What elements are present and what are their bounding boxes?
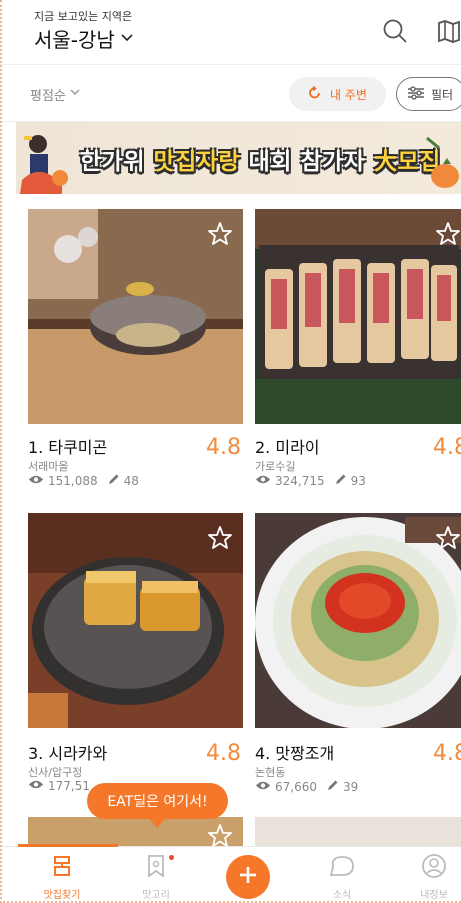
region-name: 서울-강남 [34,28,115,52]
eye-icon [28,779,44,793]
view-count: 177,51 [48,779,90,793]
refresh-icon [308,85,322,103]
nav-label: 내정보 [420,890,448,901]
rating-score: 4.8 [433,435,461,460]
restaurant-title: 3. 시라카와 [28,744,108,763]
sliders-icon [407,85,425,103]
sort-dropdown[interactable]: 평점순 [30,85,80,104]
banner-text: 한가위 맛집자랑 대회 참가자 大모집 [80,142,441,176]
user-icon [421,853,447,882]
chevron-down-icon [121,31,133,46]
sort-label: 평점순 [30,89,66,104]
restaurant-stats: 67,660 39 [255,779,358,794]
view-count: 324,715 [275,473,325,488]
restaurant-area: 논현동 [255,766,286,779]
banner-illustration [20,135,68,194]
eat-deal-tooltip[interactable]: EAT딜은 여기서! [87,783,228,828]
restaurant-stats: 151,088 48 [28,473,139,488]
filter-bar: 평점순 내 주변 필터 [0,64,461,122]
nav-tab-news[interactable]: 소식 [302,853,382,901]
rating-score: 4.8 [433,741,461,766]
persimmon-illustration [426,136,459,188]
region-caption: 지금 보고있는 지역은 [34,10,133,23]
restaurant-photo [255,817,461,846]
restaurant-stats: 177,51 [28,779,90,793]
pencil-icon [335,473,347,488]
active-tab-indicator [18,844,118,847]
add-button[interactable] [226,855,270,899]
notification-dot [169,855,174,860]
star-outline-icon[interactable] [435,525,461,555]
filter-label: 필터 [431,87,454,102]
restaurant-title: 1. 타쿠미곤 [28,438,108,457]
review-count: 39 [343,779,359,794]
restaurant-title: 4. 맛짱조개 [255,744,335,763]
star-outline-icon[interactable] [207,525,233,555]
nav-tab-list[interactable]: 맛고리 [116,853,196,901]
view-count: 151,088 [48,473,98,488]
near-me-button[interactable]: 내 주변 [289,77,386,111]
restaurant-card[interactable] [255,817,461,846]
restaurant-find-icon [49,853,75,882]
eye-icon [28,474,44,488]
nav-label: 맛집찾기 [43,890,81,901]
banner-text-c: 대회 참가자 [240,149,374,175]
banner-text-b: 맛집자랑 [153,149,241,175]
search-icon[interactable] [378,14,412,48]
nav-tab-find[interactable]: 맛집찾기 [22,853,102,901]
banner-text-a: 한가위 [80,149,154,175]
review-count: 93 [350,473,366,488]
restaurant-stats: 324,715 93 [255,473,366,488]
chevron-down-icon [70,85,80,104]
review-count: 48 [123,473,139,488]
app-header: 지금 보고있는 지역은 서울-강남 [0,0,461,62]
restaurant-card[interactable] [28,817,243,846]
pencil-icon [108,473,120,488]
rating-score: 4.8 [206,435,241,460]
rating-score: 4.8 [206,741,241,766]
eye-icon [255,780,271,794]
restaurant-area: 서래마을 [28,460,69,473]
star-outline-icon[interactable] [435,221,461,251]
bottom-navigation: 맛집찾기 맛고리 소식 내정보 [0,844,461,903]
bookmark-icon [143,853,169,882]
nav-label: 맛고리 [142,890,170,901]
restaurant-area: 신사/압구정 [28,766,83,779]
pencil-icon [327,779,339,794]
filter-button[interactable]: 필터 [396,77,461,111]
map-icon[interactable] [432,14,461,48]
view-count: 67,660 [275,779,317,794]
star-outline-icon[interactable] [207,823,233,846]
restaurant-area: 가로수길 [255,460,296,473]
region-selector[interactable]: 서울-강남 [34,24,133,53]
restaurant-title: 2. 미라이 [255,438,320,457]
event-banner[interactable]: 한가위 맛집자랑 대회 참가자 大모집 [16,122,461,194]
restaurant-photo [255,513,461,728]
news-bubble-icon [327,853,357,882]
nav-tab-profile[interactable]: 내정보 [394,853,461,901]
near-me-label: 내 주변 [330,87,367,102]
star-outline-icon[interactable] [207,221,233,251]
restaurant-photo [255,209,461,424]
eye-icon [255,474,271,488]
nav-label: 소식 [332,890,352,901]
plus-icon [237,864,259,890]
